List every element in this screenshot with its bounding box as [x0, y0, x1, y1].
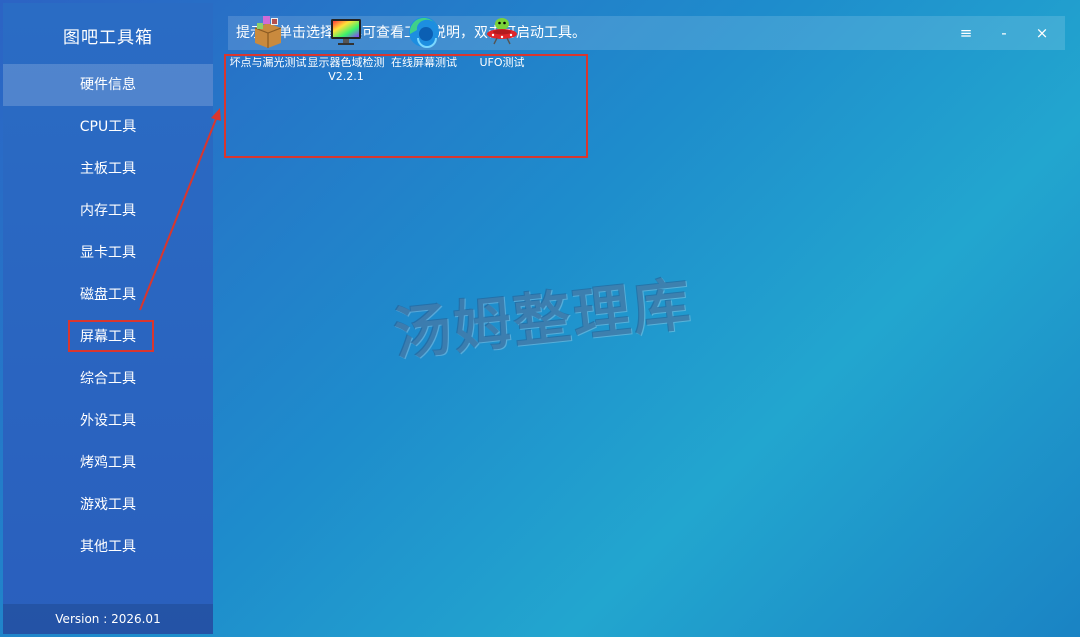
- annotation-arrow: [139, 108, 221, 311]
- app-window: 图吧工具箱 硬件信息 CPU工具 主板工具 内存工具 显卡工具 磁盘工具 屏幕工…: [0, 0, 1080, 637]
